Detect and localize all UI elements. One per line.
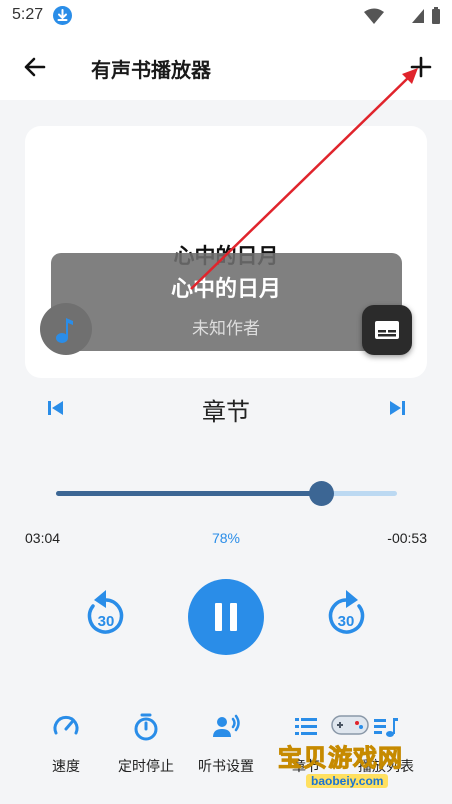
forward-30-button[interactable]: 30 (320, 586, 372, 642)
speedometer-icon (53, 715, 79, 735)
time-remaining: -00:53 (387, 530, 427, 546)
arrow-left-icon (24, 57, 46, 77)
skip-next-icon (390, 401, 405, 415)
download-icon (53, 6, 72, 25)
back-button[interactable] (20, 52, 50, 82)
watermark-text: 宝贝游戏网 (278, 744, 403, 773)
pause-icon (215, 603, 237, 631)
app-bar: 有声书播放器 (0, 32, 452, 100)
seek-thumb[interactable] (309, 481, 335, 506)
watermark: 宝贝游戏网 baobeiy.com (276, 712, 452, 804)
subtitles-icon (375, 321, 399, 339)
status-bar: 5:27 (0, 0, 452, 32)
signal-icon (412, 9, 424, 23)
timer-icon (134, 713, 158, 741)
track-title: 心中的日月 (170, 277, 281, 302)
music-note-icon (56, 318, 73, 343)
listen-settings-label: 听书设置 (198, 759, 254, 775)
music-note-button[interactable] (40, 303, 92, 355)
rewind-icon: 30 (87, 590, 124, 634)
page-title: 有声书播放器 (91, 58, 211, 82)
rewind-seconds: 30 (98, 613, 115, 630)
pause-button[interactable] (188, 579, 264, 655)
sleep-timer-label: 定时停止 (118, 759, 174, 775)
voice-settings-icon (213, 714, 240, 737)
speed-label: 速度 (52, 759, 80, 775)
wifi-icon (364, 8, 384, 24)
status-icons (362, 7, 442, 25)
seek-progress (56, 491, 322, 496)
rewind-30-button[interactable]: 30 (80, 586, 132, 642)
add-button[interactable] (406, 52, 436, 82)
sleep-timer-button[interactable]: 定时停止 (106, 712, 186, 782)
listen-settings-button[interactable]: 听书设置 (186, 712, 266, 782)
gamepad-icon (331, 715, 369, 735)
speed-button[interactable]: 速度 (26, 712, 106, 782)
forward-seconds: 30 (338, 613, 355, 630)
watermark-url: baobeiy.com (306, 774, 389, 788)
battery-icon (432, 7, 440, 24)
plus-icon (410, 56, 432, 78)
status-time: 5:27 (12, 6, 44, 23)
subtitles-button[interactable] (362, 305, 412, 355)
fast-forward-icon: 30 (328, 590, 365, 634)
progress-percent: 78% (211, 530, 241, 546)
seek-bar[interactable] (56, 491, 397, 496)
next-chapter-button[interactable] (385, 396, 409, 420)
